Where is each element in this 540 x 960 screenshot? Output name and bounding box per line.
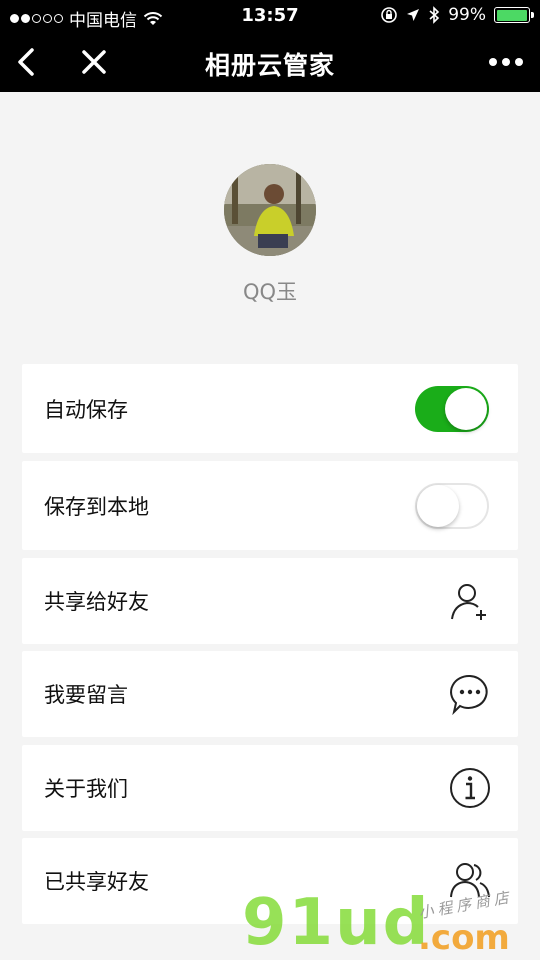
- save-local-toggle[interactable]: [415, 482, 489, 529]
- menu-row-save-local: 保存到本地: [22, 461, 518, 550]
- message-icon: [450, 674, 488, 716]
- status-right: 99%: [380, 5, 534, 25]
- close-icon: [82, 50, 106, 74]
- menu-row-about-us[interactable]: 关于我们: [22, 745, 518, 831]
- menu-row-label: 我要留言: [44, 683, 128, 707]
- battery-percent: 99%: [448, 5, 486, 25]
- nav-bar: 相册云管家: [0, 32, 540, 92]
- location-icon: [407, 9, 420, 21]
- more-button[interactable]: [484, 46, 528, 78]
- avatar-photo: [224, 164, 316, 256]
- add-user-icon: [451, 584, 486, 620]
- auto-save-toggle[interactable]: [415, 385, 489, 432]
- status-bar: 中国电信 13:57 99%: [0, 0, 540, 32]
- menu-row-label: 已共享好友: [44, 870, 149, 894]
- menu-row-label: 关于我们: [44, 777, 128, 801]
- orientation-lock-icon: [381, 7, 398, 23]
- menu-row-leave-message[interactable]: 我要留言: [22, 651, 518, 737]
- more-icon: [489, 58, 497, 66]
- menu-row-share-friends[interactable]: 共享给好友: [22, 558, 518, 644]
- info-icon: [450, 768, 490, 808]
- menu-row-label: 共享给好友: [44, 590, 149, 614]
- avatar: [224, 164, 316, 256]
- toggle-knob: [445, 387, 487, 430]
- back-button[interactable]: [10, 42, 50, 82]
- menu-row-label: 自动保存: [44, 397, 128, 422]
- username: QQ玉: [242, 280, 298, 304]
- bluetooth-icon: [429, 6, 440, 24]
- menu-row-auto-save: 自动保存: [22, 364, 518, 453]
- watermark-logo: 91ud: [242, 886, 431, 960]
- battery-icon: [494, 7, 534, 23]
- chevron-left-icon: [18, 48, 34, 76]
- watermark-domain: .com: [418, 918, 510, 958]
- menu-row-label: 保存到本地: [44, 494, 149, 519]
- close-button[interactable]: [74, 42, 114, 82]
- toggle-knob: [417, 484, 459, 527]
